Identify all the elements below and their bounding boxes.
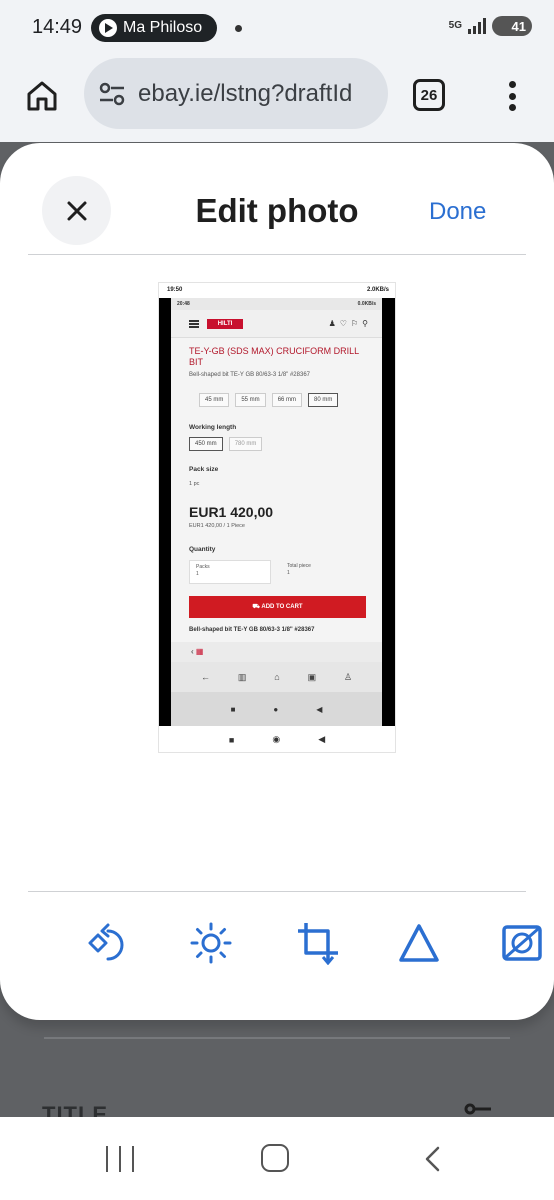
- packs-value: 1: [196, 571, 199, 577]
- browser-back-row: ‹ ▦: [171, 642, 382, 662]
- triangle-icon[interactable]: [397, 921, 441, 965]
- back-arrow-icon: ←: [200, 672, 210, 682]
- photo-screen: 20:48 0.0KB/s HILTI ♟♡⚐⚲ TE-Y-GB (SDS MA…: [171, 298, 382, 726]
- book-icon: ▥: [237, 671, 247, 682]
- recents-icon: ■: [230, 704, 236, 714]
- related-product: Bell-shaped bit TE-Y GB 80/63-3 1/8" #28…: [189, 627, 315, 633]
- play-icon: [99, 19, 117, 37]
- photo-inner-time: 20:48: [177, 301, 190, 307]
- home-icon: ⌂: [274, 672, 280, 682]
- working-length-options: 450 mm 780 mm: [189, 437, 263, 451]
- divider: [28, 254, 526, 255]
- photo-inner-frame: 20:48 0.0KB/s HILTI ♟♡⚐⚲ TE-Y-GB (SDS MA…: [159, 298, 395, 726]
- brand-logo: HILTI: [207, 319, 243, 329]
- edit-tools: [0, 913, 554, 973]
- packs-field: Packs 1: [189, 560, 271, 584]
- photo-system-nav: ■ ● ◀: [171, 692, 382, 726]
- battery-level: 41: [511, 18, 526, 34]
- game-icon: ▣: [307, 671, 317, 682]
- status-bar: 14:49 Ma Philoso 5G 41: [0, 0, 554, 58]
- media-chip[interactable]: Ma Philoso: [91, 14, 217, 42]
- add-to-cart-button: ⛟ ADD TO CART: [189, 596, 366, 618]
- tab-count: 26: [420, 86, 438, 104]
- signal-icon: [468, 18, 486, 34]
- system-nav-bar: [0, 1117, 554, 1200]
- tab-switcher-button[interactable]: 26: [413, 79, 445, 111]
- photo-bottom-nav: ← ▥ ⌂ ▣ ♙: [171, 662, 382, 692]
- total-label: Total piece: [287, 563, 311, 569]
- size-chip: 45 mm: [199, 393, 230, 407]
- length-chip: 780 mm: [228, 437, 263, 451]
- total-value: 1: [287, 570, 290, 576]
- photo-preview: 19:50 2.0KB/s 20:48 0.0KB/s HILTI ♟♡⚐⚲ T…: [158, 282, 396, 753]
- address-bar[interactable]: ebay.ie/lstng?draftId: [84, 58, 388, 129]
- photo-site-header: HILTI ♟♡⚐⚲: [171, 310, 382, 338]
- size-chip-selected: 80 mm: [308, 393, 339, 407]
- site-settings-icon[interactable]: [98, 80, 126, 108]
- size-options: 45 mm 55 mm 66 mm 80 mm: [199, 393, 339, 407]
- background-removal-icon[interactable]: [500, 921, 544, 965]
- photo-status-bar: 19:50 2.0KB/s: [159, 283, 395, 298]
- notification-dot-icon: [235, 25, 242, 32]
- back-icon: ◀: [318, 734, 326, 744]
- photo-net-speed: 2.0KB/s: [366, 287, 389, 293]
- header-icons: ♟♡⚐⚲: [328, 319, 372, 328]
- quantity-label: Quantity: [189, 546, 216, 553]
- photo-time: 19:50: [167, 287, 183, 293]
- recents-icon: ■: [228, 734, 235, 745]
- edit-photo-dialog: Edit photo Done 19:50 2.0KB/s 20:48 0.0K…: [0, 143, 554, 1020]
- back-button-icon[interactable]: [420, 1146, 446, 1172]
- home-icon[interactable]: [24, 78, 60, 114]
- home-button-icon[interactable]: [261, 1144, 289, 1172]
- battery-indicator: 41: [492, 16, 532, 36]
- home-dot-icon: ◉: [272, 734, 281, 744]
- pack-size-label: Pack size: [189, 466, 219, 473]
- length-chip: 450 mm: [189, 437, 223, 451]
- hamburger-icon: [189, 320, 199, 328]
- more-menu-icon[interactable]: [500, 78, 524, 114]
- product-title: TE-Y-GB (SDS MAX) CRUCIFORM DRILL BIT: [189, 346, 359, 367]
- background-divider: [44, 1037, 510, 1039]
- browser-toolbar: ebay.ie/lstng?draftId 26: [0, 58, 554, 142]
- working-length-label: Working length: [189, 424, 237, 431]
- key-icon: [464, 1099, 492, 1119]
- quantity-row: Packs 1 Total piece 1: [189, 560, 363, 584]
- product-subtitle: Bell-shaped bit TE-Y GB 80/63-3 1/8" #28…: [189, 372, 310, 378]
- photo-inner-status: 20:48 0.0KB/s: [171, 298, 382, 310]
- crop-icon[interactable]: [296, 921, 340, 966]
- price-per-unit: EUR1 420,00 / 1 Piece: [189, 523, 245, 529]
- add-to-cart-label: ADD TO CART: [261, 604, 303, 610]
- packs-label: Packs: [196, 564, 210, 570]
- home-dot-icon: ●: [273, 704, 279, 714]
- photo-outer-nav: ■ ◉ ◀: [159, 726, 395, 752]
- network-type: 5G: [448, 20, 462, 31]
- back-icon: ◀: [316, 704, 323, 714]
- media-title: Ma Philoso: [123, 19, 203, 36]
- rotate-icon[interactable]: [86, 921, 130, 965]
- size-chip: 66 mm: [271, 393, 303, 407]
- done-button[interactable]: Done: [429, 198, 486, 226]
- photo-inner-speed: 0.0KB/s: [357, 301, 376, 307]
- total-field: Total piece 1: [281, 560, 363, 584]
- divider: [28, 891, 526, 892]
- url-text: ebay.ie/lstng?draftId: [138, 79, 353, 107]
- product-price: EUR1 420,00: [189, 504, 274, 520]
- pack-size-value: 1 pc: [189, 481, 200, 487]
- recents-button-icon[interactable]: [106, 1146, 134, 1172]
- size-chip: 55 mm: [235, 393, 266, 407]
- brightness-icon[interactable]: [189, 921, 233, 965]
- profile-icon: ♙: [343, 671, 353, 682]
- status-time: 14:49: [32, 16, 83, 38]
